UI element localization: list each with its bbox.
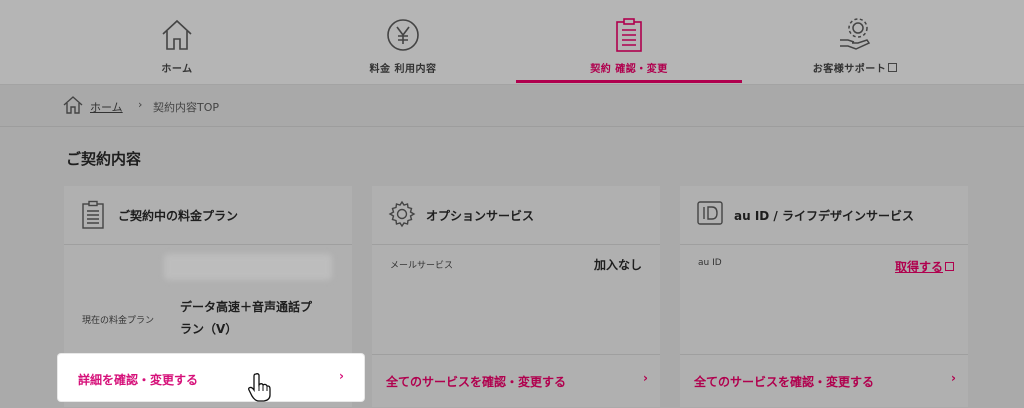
current-plan-value-line2: ラン（V） [180, 322, 238, 336]
options-card-header: オプションサービス [372, 186, 660, 245]
chevron-right-icon: › [339, 369, 344, 383]
options-card-title: オプションサービス [426, 209, 535, 223]
clipboard-icon [609, 16, 649, 54]
au-id-get-link-label: 取得する [894, 260, 943, 274]
auid-all-services-link[interactable]: 全てのサービスを確認・変更する › [680, 354, 968, 408]
nav-label-support: お客様サポート [813, 60, 898, 75]
nav-label-contract: 契約 確認・変更 [590, 64, 668, 75]
id-icon [696, 200, 724, 230]
au-id-label: au ID [698, 258, 722, 268]
nav-label-home: ホーム [161, 64, 193, 75]
breadcrumb-home-link[interactable]: ホーム [90, 99, 123, 115]
top-navigation: ホーム 料金 利用内容 契約 確認・変更 お客様サポート [0, 0, 1024, 85]
home-icon [62, 95, 84, 119]
chevron-right-icon: › [643, 371, 648, 385]
nav-item-support[interactable]: お客様サポート [742, 0, 968, 82]
blurred-phone-number [164, 254, 332, 280]
external-link-icon [945, 262, 954, 271]
breadcrumb-separator: › [138, 98, 143, 111]
auid-card: au ID / ライフデザインサービス au ID 取得する 全てのサービスを確… [680, 186, 968, 407]
yen-icon [383, 16, 423, 54]
nav-item-contract[interactable]: 契約 確認・変更 [516, 0, 742, 83]
nav-item-home[interactable]: ホーム [64, 0, 290, 82]
auid-card-header: au ID / ライフデザインサービス [680, 186, 968, 245]
auid-link-label: 全てのサービスを確認・変更する [694, 375, 875, 389]
support-gear-icon [835, 16, 875, 54]
page-title: ご契約内容 [66, 150, 142, 168]
gear-icon [388, 200, 416, 232]
au-id-get-link[interactable]: 取得する [895, 256, 954, 275]
auid-card-title: au ID / ライフデザインサービス [734, 209, 914, 223]
plan-details-link-label: 詳細を確認・変更する [78, 373, 199, 387]
breadcrumb-current: 契約内容TOP [153, 101, 220, 114]
breadcrumb: ホーム › 契約内容TOP [0, 85, 1024, 127]
options-link-label: 全てのサービスを確認・変更する [386, 375, 567, 389]
current-plan-value-line1: データ高速＋音声通話プ [180, 300, 313, 314]
home-icon [157, 16, 197, 54]
plan-card-title: ご契約中の料金プラン [118, 209, 239, 223]
nav-label-billing: 料金 利用内容 [369, 64, 437, 75]
plan-details-link[interactable]: 詳細を確認・変更する › [58, 354, 364, 401]
options-all-services-link[interactable]: 全てのサービスを確認・変更する › [372, 354, 660, 408]
clipboard-icon [80, 200, 106, 234]
mail-service-label: メールサービス [390, 261, 454, 271]
nav-item-billing[interactable]: 料金 利用内容 [290, 0, 516, 82]
current-plan-label: 現在の料金プラン [82, 316, 155, 326]
hand-pointer-icon [248, 372, 272, 406]
options-card: オプションサービス メールサービス 加入なし 全てのサービスを確認・変更する › [372, 186, 660, 407]
plan-card-header: ご契約中の料金プラン [64, 186, 352, 245]
chevron-right-icon: › [951, 371, 956, 385]
mail-service-value: 加入なし [593, 258, 642, 272]
external-link-icon [888, 63, 898, 72]
